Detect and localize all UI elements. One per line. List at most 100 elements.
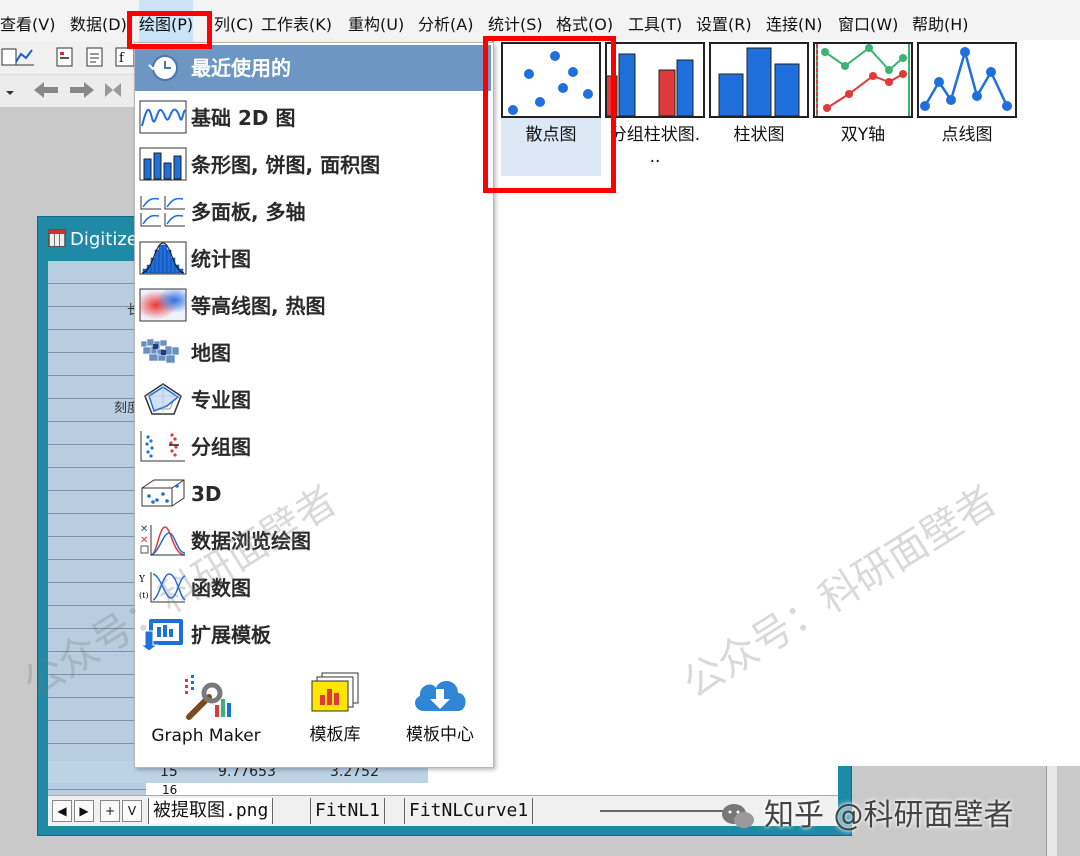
template-download-icon (139, 619, 183, 651)
navigation-toolbar (0, 74, 140, 107)
menu-connect[interactable]: 连接(N) (766, 0, 822, 42)
worksheet-title[interactable]: Digitize (48, 229, 138, 250)
row-headers: 长 刻度 (48, 261, 146, 801)
3d-scatter-icon (141, 479, 185, 507)
new-notes-icon[interactable] (84, 46, 106, 68)
dropdown-arrow-icon[interactable] (0, 79, 22, 101)
category-grouped[interactable]: 分组图 (135, 422, 491, 468)
category-data-explore[interactable]: ✕ ✕ 数据浏览绘图 (135, 516, 491, 562)
gallery-item-label: 分组柱状图... (605, 124, 705, 168)
tab-extracted-png[interactable]: 被提取图.png (148, 798, 274, 824)
add-sheet-button[interactable]: + (100, 800, 120, 822)
menu-help[interactable]: 帮助(H) (912, 0, 969, 42)
menu-tools[interactable]: 工具(T) (628, 0, 682, 42)
worksheet-title-text: Digitize (70, 229, 138, 250)
forward-arrow-icon[interactable] (68, 79, 98, 101)
data-explore-icon: ✕✕ (140, 524, 186, 556)
svg-text:✕: ✕ (140, 524, 148, 535)
menu-view[interactable]: 查看(V) (0, 0, 55, 42)
gallery-item-double-y[interactable]: 双Y轴 (813, 42, 913, 146)
gallery-item-column[interactable]: 柱状图 (709, 42, 809, 146)
category-recently-used[interactable]: 最近使用的 (135, 45, 491, 91)
new-graph-icon[interactable] (14, 46, 36, 68)
svg-text:(t): (t) (139, 591, 148, 600)
category-bar-pie-area[interactable]: 条形图, 饼图, 面积图 (135, 140, 491, 186)
gallery-item-label: 点线图 (941, 125, 993, 145)
menu-data[interactable]: 数据(D) (70, 0, 127, 42)
footer-watermark-text: 知乎 @科研面壁者 (764, 798, 1014, 833)
gallery-item-label: 双Y轴 (840, 125, 886, 145)
category-label: 3D (191, 482, 222, 506)
vertical-scrollbar[interactable] (1046, 766, 1057, 856)
category-statistics[interactable]: 统计图 (135, 234, 491, 280)
category-basic-2d[interactable]: 基础 2D 图 (135, 93, 491, 139)
category-label: 最近使用的 (191, 56, 291, 80)
function-plot-icon: Y (t) (139, 572, 186, 603)
menu-worksheet[interactable]: 工作表(K) (261, 0, 332, 42)
category-label: 统计图 (191, 247, 251, 271)
radar-chart-icon (144, 383, 182, 415)
category-3d[interactable]: 3D (135, 469, 491, 515)
rescale-icon[interactable] (102, 79, 124, 101)
grouped-column-icon (607, 53, 694, 116)
category-function[interactable]: Y (t) 函数图 (135, 563, 491, 609)
svg-text:✕: ✕ (140, 535, 148, 546)
graph-maker-label: Graph Maker (151, 726, 261, 746)
new-function-icon[interactable]: f (114, 46, 136, 68)
line-symbol-thumbnail (917, 42, 1017, 118)
template-library-icon (311, 672, 359, 712)
menu-settings[interactable]: 设置(R) (696, 0, 752, 42)
category-label: 专业图 (191, 388, 251, 412)
double-y-axis-icon (816, 44, 910, 116)
category-label: 函数图 (191, 576, 251, 600)
menu-window[interactable]: 窗口(W) (838, 0, 898, 42)
category-label: 扩展模板 (191, 623, 271, 647)
menu-analysis[interactable]: 分析(A) (418, 0, 473, 42)
category-specialized[interactable]: 专业图 (135, 375, 491, 421)
gallery-item-scatter[interactable]: 散点图 (501, 42, 601, 176)
graph-maker-button[interactable]: Graph Maker (147, 671, 265, 746)
menu-reshape[interactable]: 重构(U) (348, 0, 404, 42)
menu-statistics[interactable]: 统计(S) (488, 0, 543, 42)
column-thumbnail (709, 42, 809, 118)
template-center-button[interactable]: 模板中心 (393, 671, 487, 745)
gallery-item-label: 散点图 (525, 125, 577, 145)
gallery-item-grouped-column[interactable]: 分组柱状图... (605, 42, 705, 168)
menu-format[interactable]: 格式(O) (556, 0, 613, 42)
template-library-label: 模板库 (309, 725, 361, 745)
category-map[interactable]: 地图 (135, 328, 491, 374)
graph-maker-icon (185, 675, 231, 720)
menu-column[interactable]: 列(C) (214, 0, 254, 42)
menu-plot[interactable]: 绘图(P) (139, 0, 194, 42)
tab-scroll-track[interactable] (600, 810, 740, 812)
sheet-list-button[interactable]: V (122, 800, 142, 822)
tab-fitnl1[interactable]: FitNL1 (310, 798, 386, 824)
histogram-icon (139, 241, 187, 275)
new-matrix-icon[interactable] (54, 46, 76, 68)
grouped-column-thumbnail (605, 42, 705, 118)
heatmap-icon (139, 288, 187, 322)
back-arrow-icon[interactable] (30, 79, 64, 101)
template-library-button[interactable]: 模板库 (285, 671, 385, 745)
cloud-download-icon (415, 680, 466, 711)
gallery-item-label-line2: .. (649, 147, 661, 167)
tab-fitnlcurve1[interactable]: FitNLCurve1 (404, 798, 534, 824)
first-sheet-button[interactable]: ◀ (52, 800, 72, 822)
category-extended-templates[interactable]: 扩展模板 (135, 610, 491, 656)
wechat-icon (722, 804, 754, 828)
category-multi-panel[interactable]: 多面板, 多轴 (135, 187, 491, 233)
footer-watermark: 知乎 @科研面壁者 (720, 790, 1014, 834)
gallery-item-label-line1: 分组柱状图. (609, 125, 701, 145)
multi-panel-icon (139, 194, 187, 228)
gallery-item-line-symbol[interactable]: 点线图 (917, 42, 1017, 146)
scatter-thumbnail (501, 42, 601, 118)
category-label: 数据浏览绘图 (191, 529, 311, 553)
category-label: 基础 2D 图 (191, 106, 296, 130)
double-y-thumbnail (813, 42, 913, 118)
category-label: 地图 (191, 341, 231, 365)
category-contour-heatmap[interactable]: 等高线图, 热图 (135, 281, 491, 327)
category-label: 条形图, 饼图, 面积图 (191, 153, 381, 177)
next-sheet-button[interactable]: ▶ (74, 800, 94, 822)
recent-graph-gallery: 散点图 分组柱状图... 柱状图 双Y轴 点线图 (492, 40, 1080, 766)
map-icon (140, 338, 180, 364)
